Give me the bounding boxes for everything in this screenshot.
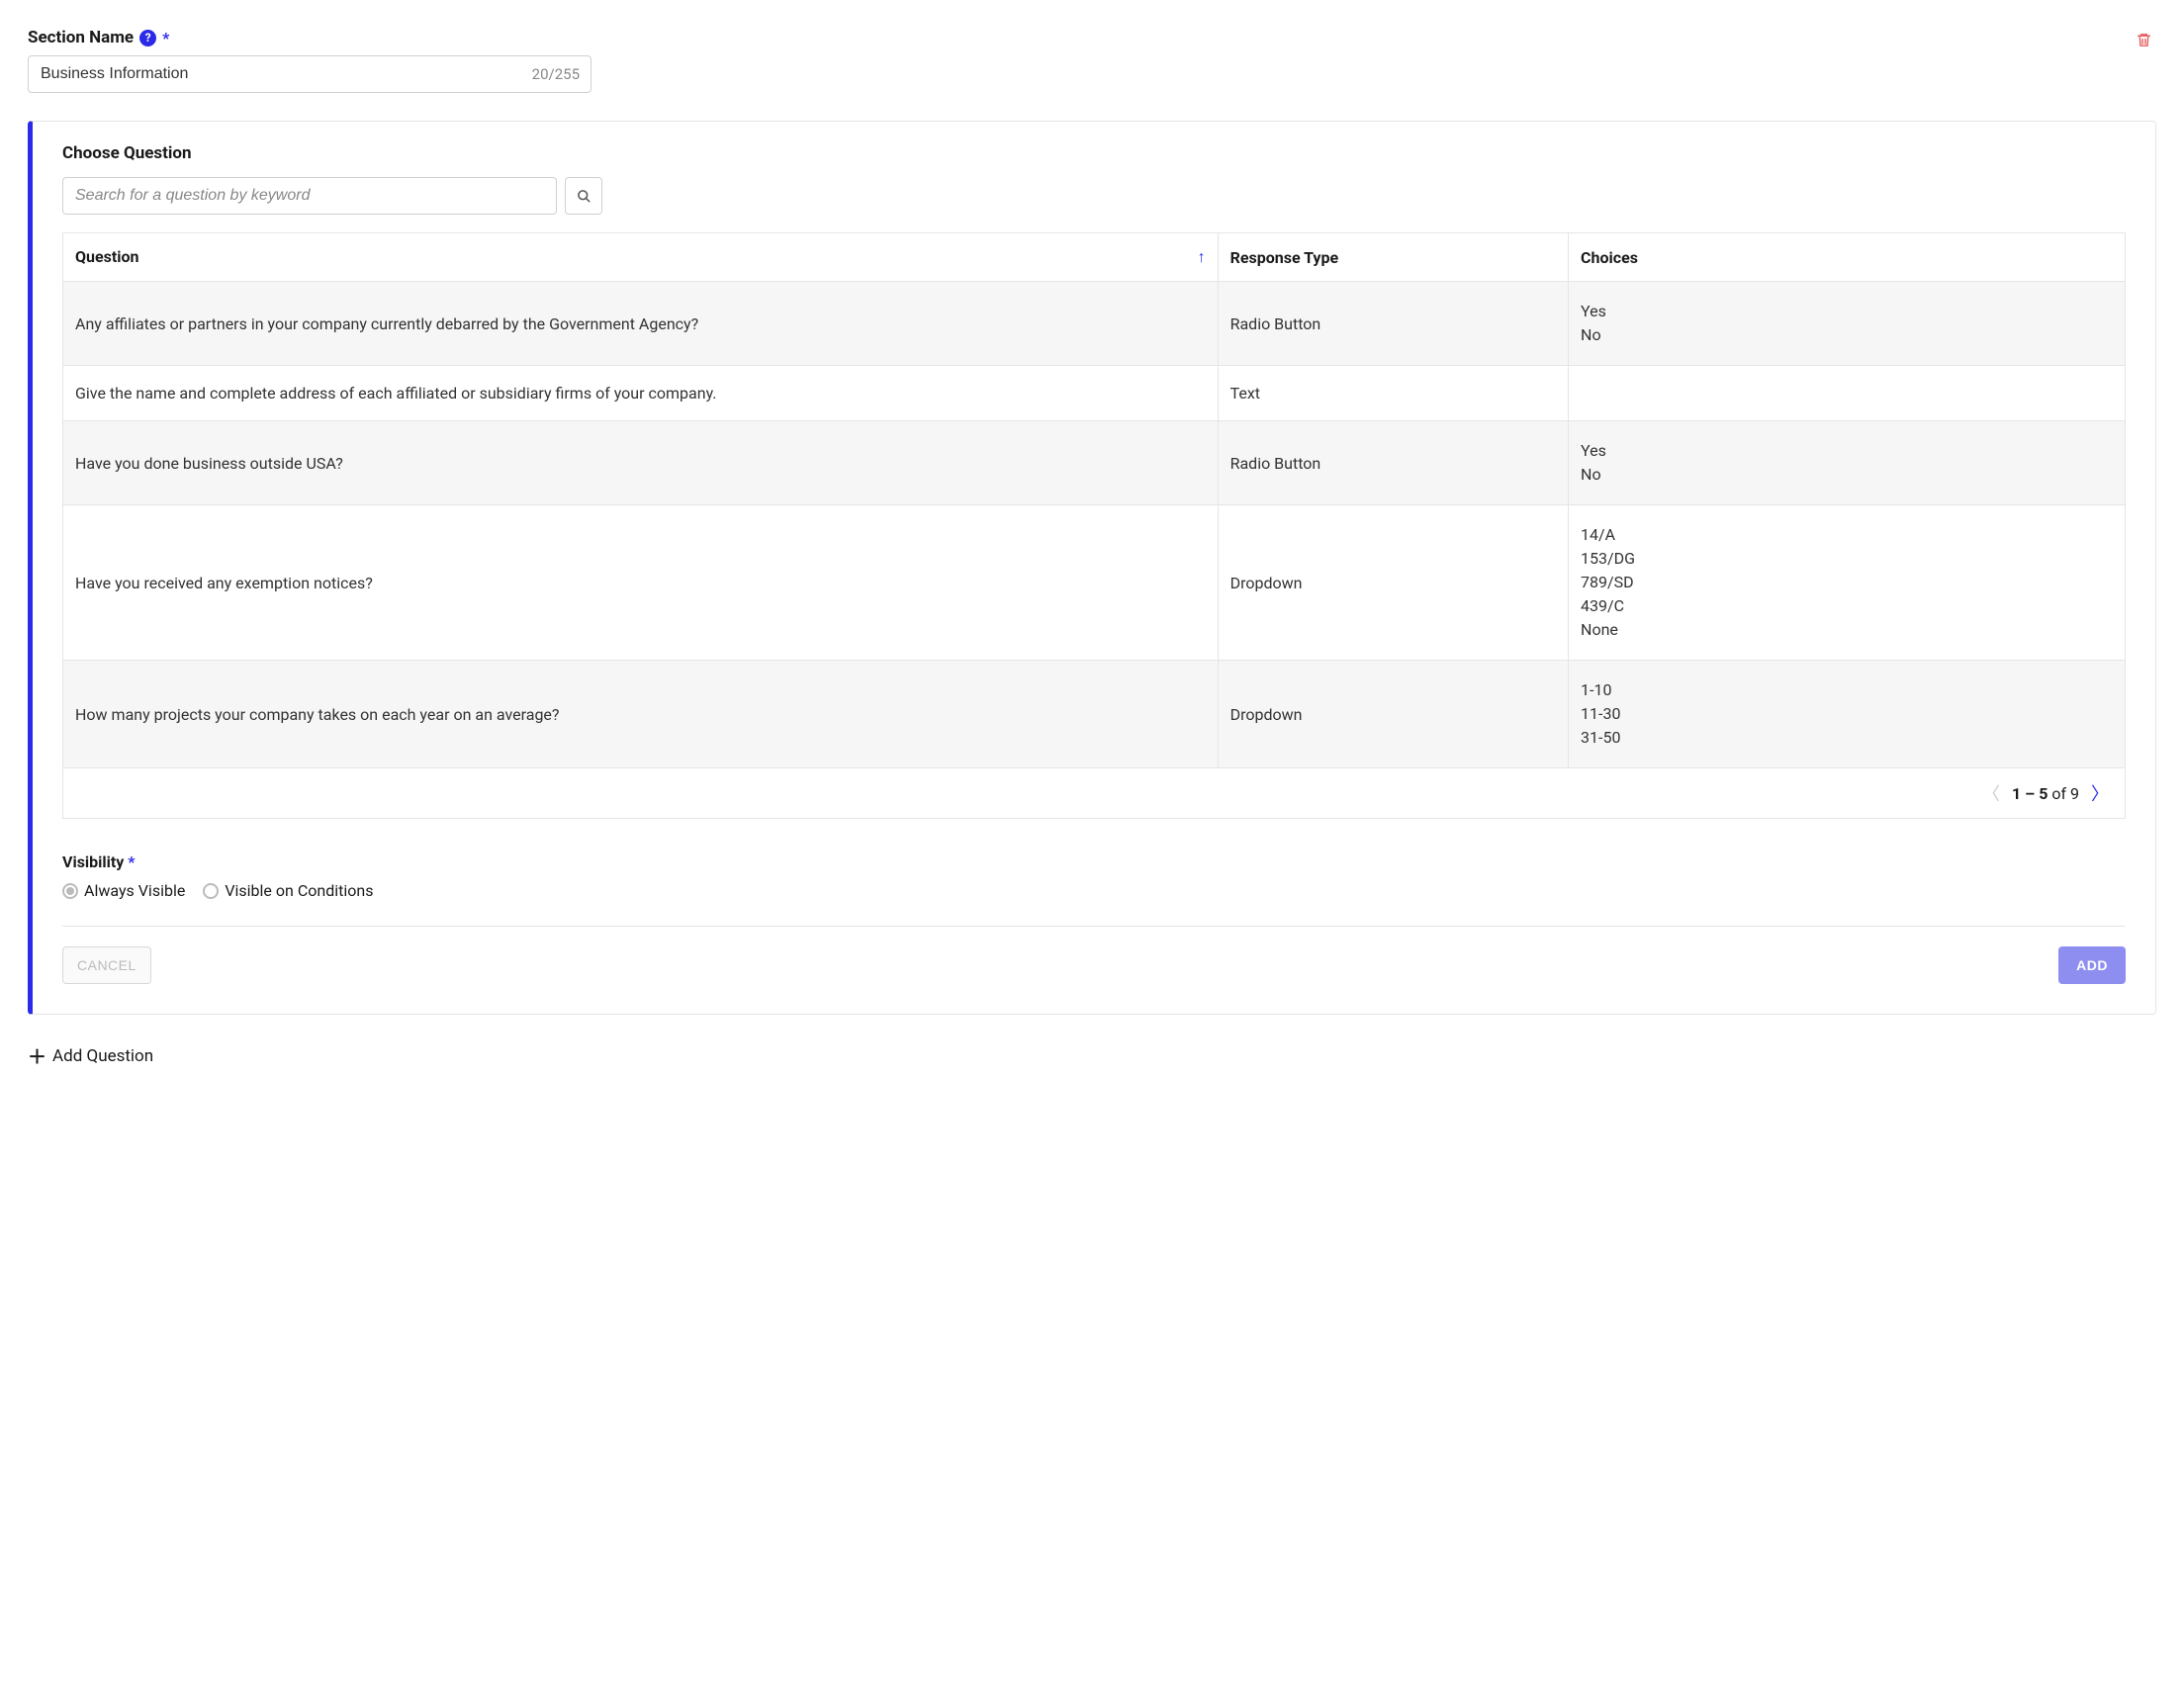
column-header-choices[interactable]: Choices: [1569, 233, 2126, 282]
section-name-input[interactable]: [28, 55, 592, 93]
table-row[interactable]: Any affiliates or partners in your compa…: [63, 282, 2126, 366]
column-header-response[interactable]: Response Type: [1218, 233, 1568, 282]
response-type-cell: Dropdown: [1218, 661, 1568, 768]
section-name-label: Section Name: [28, 28, 134, 47]
radio-checked-icon: [62, 883, 78, 899]
pagination-text: 1 – 5 of 9: [2012, 784, 2079, 803]
char-count: 20/255: [532, 65, 580, 83]
help-icon[interactable]: ?: [139, 30, 156, 46]
add-question-link[interactable]: ＋ Add Question: [28, 1042, 2156, 1069]
table-row[interactable]: How many projects your company takes on …: [63, 661, 2126, 768]
add-button[interactable]: ADD: [2058, 946, 2126, 984]
choices-cell: YesNo: [1569, 421, 2126, 505]
delete-icon[interactable]: [2132, 28, 2156, 52]
question-cell: How many projects your company takes on …: [63, 661, 1219, 768]
pagination: 〈 1 – 5 of 9 〉: [62, 768, 2126, 819]
questions-table: Question ↑ Response Type Choices Any aff…: [62, 232, 2126, 768]
table-row[interactable]: Have you received any exemption notices?…: [63, 505, 2126, 661]
radio-always-visible[interactable]: Always Visible: [62, 881, 185, 900]
response-type-cell: Text: [1218, 366, 1568, 421]
radio-visible-conditions[interactable]: Visible on Conditions: [203, 881, 373, 900]
choices-cell: 1-1011-3031-50: [1569, 661, 2126, 768]
required-star-icon: *: [162, 29, 169, 47]
divider: [62, 926, 2126, 927]
question-panel: Choose Question Question ↑ Response Type…: [28, 121, 2156, 1015]
search-button[interactable]: [565, 177, 602, 215]
radio-unchecked-icon: [203, 883, 219, 899]
question-cell: Have you done business outside USA?: [63, 421, 1219, 505]
table-row[interactable]: Give the name and complete address of ea…: [63, 366, 2126, 421]
choices-cell: 14/A153/DG789/SD439/CNone: [1569, 505, 2126, 661]
page-prev-icon: 〈: [1980, 780, 2002, 806]
response-type-cell: Dropdown: [1218, 505, 1568, 661]
question-cell: Have you received any exemption notices?: [63, 505, 1219, 661]
page-next-icon[interactable]: 〉: [2089, 780, 2111, 806]
response-type-cell: Radio Button: [1218, 282, 1568, 366]
plus-icon: ＋: [28, 1042, 46, 1069]
search-input[interactable]: [62, 177, 557, 215]
choose-question-label: Choose Question: [62, 143, 2126, 163]
visibility-label: Visibility *: [62, 852, 2126, 871]
choices-cell: YesNo: [1569, 282, 2126, 366]
question-cell: Give the name and complete address of ea…: [63, 366, 1219, 421]
cancel-button[interactable]: CANCEL: [62, 946, 151, 984]
response-type-cell: Radio Button: [1218, 421, 1568, 505]
required-star-icon: *: [128, 852, 135, 871]
question-cell: Any affiliates or partners in your compa…: [63, 282, 1219, 366]
sort-asc-icon[interactable]: ↑: [1198, 247, 1206, 267]
table-row[interactable]: Have you done business outside USA?Radio…: [63, 421, 2126, 505]
column-header-question[interactable]: Question ↑: [63, 233, 1219, 282]
choices-cell: [1569, 366, 2126, 421]
